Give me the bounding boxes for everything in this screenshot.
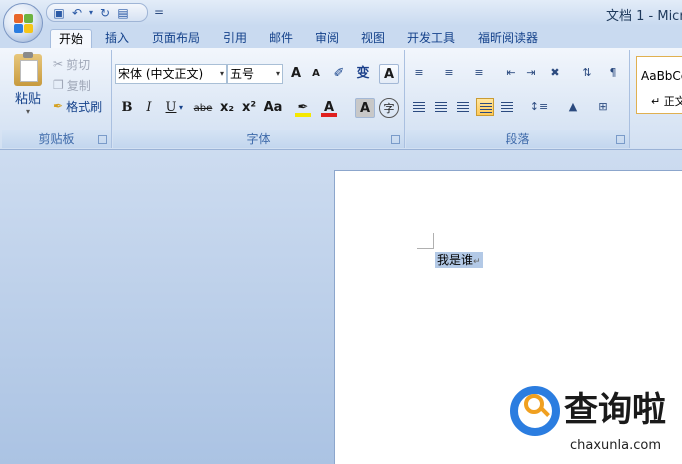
window-title: 文档 1 - Micr [606, 9, 682, 24]
office-button[interactable] [3, 3, 43, 43]
font-color-button[interactable]: A [319, 98, 339, 118]
ribbon-tabs: 开始 插入 页面布局 引用 邮件 审阅 视图 开发工具 福昕阅读器 [0, 26, 682, 48]
shrink-font-button[interactable]: A [306, 64, 326, 84]
tab-review[interactable]: 审阅 [307, 29, 347, 48]
sort-icon[interactable]: ⇅ [578, 64, 596, 82]
crop-mark [417, 248, 433, 249]
tab-foxit-reader[interactable]: 福昕阅读器 [469, 29, 547, 48]
shading-icon[interactable]: ▲ [560, 98, 586, 116]
numbering-icon[interactable]: ≡ [440, 64, 458, 82]
office-logo-icon [14, 14, 34, 34]
format-painter-label: 格式刷 [66, 99, 103, 114]
font-size-value: 五号 [230, 67, 255, 81]
customize-qat-button[interactable]: = [154, 5, 164, 19]
decrease-indent-icon[interactable]: ⇤ [502, 64, 520, 82]
tab-developer[interactable]: 开发工具 [399, 29, 463, 48]
dropdown-icon[interactable]: ▾ [88, 6, 94, 20]
chinese-layout-icon[interactable]: ✖ [546, 64, 564, 82]
show-marks-icon[interactable]: ¶ [604, 64, 622, 82]
copy-label: 复制 [66, 78, 91, 93]
document-text: 我是谁 [437, 253, 474, 267]
ribbon: 粘贴 ▾ ✂ 剪切 ❐ 复制 ✒ 格式刷 剪贴板 宋体 (中文正文) ▾ 五号 … [0, 48, 682, 150]
justify-button[interactable] [476, 98, 494, 116]
scissors-icon: ✂ [53, 57, 64, 71]
cut-button[interactable]: ✂ 剪切 [53, 55, 90, 73]
style-sample: AaBbCc [641, 69, 682, 83]
watermark-url: chaxunla.com [570, 438, 661, 453]
style-normal[interactable]: AaBbCc ↵ 正文 [636, 56, 682, 114]
chevron-down-icon: ▾ [219, 69, 224, 78]
phonetic-guide-button[interactable]: 变 [353, 64, 373, 84]
paragraph-group: ≡ ≡ ≡ ⇤ ⇥ ✖ ⇅ ¶ ↕≡ ▲ ⊞ 段落 [406, 50, 630, 148]
align-right-button[interactable] [454, 98, 472, 116]
paragraph-mark: ↵ [473, 257, 481, 267]
strikethrough-button[interactable]: abe [191, 98, 215, 118]
format-painter-button[interactable]: ✒ 格式刷 [53, 97, 102, 115]
grow-font-button[interactable]: A [286, 64, 306, 84]
copy-button[interactable]: ❐ 复制 [53, 76, 91, 94]
paste-button[interactable]: 粘贴 ▾ [10, 52, 46, 116]
italic-button[interactable]: I [139, 98, 159, 118]
font-group-label: 字体 [113, 130, 404, 148]
superscript-button[interactable]: x² [239, 98, 259, 118]
paste-label: 粘贴 [14, 92, 41, 107]
print-preview-icon[interactable]: ▤ [116, 6, 130, 20]
paste-icon [14, 52, 42, 86]
tab-references[interactable]: 引用 [215, 29, 255, 48]
tab-view[interactable]: 视图 [353, 29, 393, 48]
cut-label: 剪切 [66, 57, 91, 72]
paragraph-group-label: 段落 [406, 130, 629, 148]
subscript-button[interactable]: x₂ [217, 98, 237, 118]
chevron-down-icon[interactable]: ▾ [176, 98, 186, 118]
clear-formatting-icon[interactable]: ✐ [329, 64, 349, 84]
borders-icon[interactable]: ⊞ [590, 98, 616, 116]
chevron-down-icon: ▾ [25, 107, 30, 116]
paintbrush-icon: ✒ [53, 99, 64, 113]
align-center-button[interactable] [432, 98, 450, 116]
multilevel-list-icon[interactable]: ≡ [470, 64, 488, 82]
font-name-select[interactable]: 宋体 (中文正文) ▾ [115, 64, 227, 84]
tab-mailings[interactable]: 邮件 [261, 29, 301, 48]
redo-icon[interactable]: ↻ [98, 6, 112, 20]
title-bar: ▣ ↶ ▾ ↻ ▤ = 文档 1 - Micr [0, 0, 682, 26]
increase-indent-icon[interactable]: ⇥ [522, 64, 540, 82]
copy-icon: ❐ [53, 78, 64, 92]
character-border-button[interactable]: A [379, 64, 399, 84]
font-size-select[interactable]: 五号 ▾ [227, 64, 283, 84]
font-group: 宋体 (中文正文) ▾ 五号 ▾ A A ✐ 变 A B I U ▾ abe x… [113, 50, 405, 148]
enclose-characters-button[interactable]: 字 [379, 98, 399, 118]
watermark: 查询啦 chaxunla.com [510, 380, 682, 464]
distributed-button[interactable] [498, 98, 516, 116]
clipboard-group-label: 剪贴板 [2, 130, 111, 148]
undo-icon[interactable]: ↶ [70, 6, 84, 20]
chevron-down-icon: ▾ [275, 69, 280, 78]
tab-home[interactable]: 开始 [50, 29, 92, 48]
font-name-value: 宋体 (中文正文) [118, 67, 204, 81]
tab-insert[interactable]: 插入 [97, 29, 137, 48]
watermark-brand: 查询啦 [564, 390, 666, 430]
clipboard-dialog-launcher[interactable] [98, 135, 107, 144]
bullets-icon[interactable]: ≡ [410, 64, 428, 82]
character-shading-button[interactable]: A [355, 98, 375, 118]
font-dialog-launcher[interactable] [391, 135, 400, 144]
style-name: ↵ 正文 [651, 95, 682, 108]
tab-page-layout[interactable]: 页面布局 [143, 29, 209, 48]
change-case-button[interactable]: Aa [261, 98, 285, 118]
quick-access-toolbar: ▣ ↶ ▾ ↻ ▤ [46, 3, 148, 22]
highlight-color-button[interactable]: ✒ [293, 98, 313, 118]
selected-text[interactable]: 我是谁↵ [435, 252, 483, 268]
line-spacing-icon[interactable]: ↕≡ [526, 98, 552, 116]
clipboard-group: 粘贴 ▾ ✂ 剪切 ❐ 复制 ✒ 格式刷 剪贴板 [2, 50, 112, 148]
bold-button[interactable]: B [117, 98, 137, 118]
save-icon[interactable]: ▣ [52, 6, 66, 20]
paragraph-dialog-launcher[interactable] [616, 135, 625, 144]
align-left-button[interactable] [410, 98, 428, 116]
crop-mark [433, 233, 434, 249]
